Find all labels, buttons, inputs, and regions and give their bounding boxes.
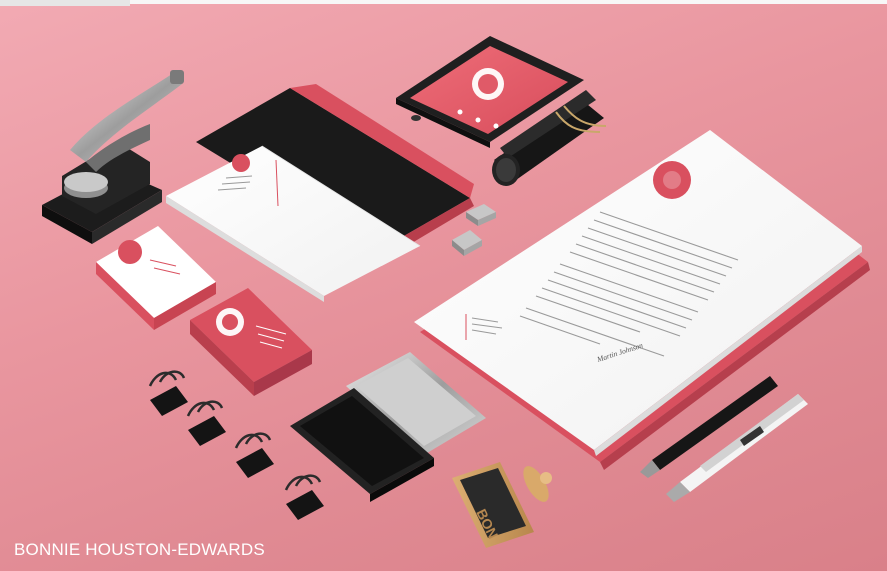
stationery-mockup-photo: Martin Johnson BON BONNIE HOUSTON-EDWARD… <box>0 0 887 571</box>
binder-clips <box>148 370 324 520</box>
photo-credit: BONNIE HOUSTON-EDWARDS <box>14 540 265 559</box>
mockup-illustration: Martin Johnson BON <box>42 36 870 548</box>
binder-clip-4 <box>284 474 324 520</box>
letter-logo-icon <box>232 154 250 172</box>
embosser <box>42 70 184 244</box>
binder-clip-1 <box>148 370 188 416</box>
binder-clip-3 <box>234 432 274 478</box>
binder-clip-2 <box>186 400 226 446</box>
rubber-stamp: BON <box>452 462 552 548</box>
card-logo-icon <box>118 240 142 264</box>
